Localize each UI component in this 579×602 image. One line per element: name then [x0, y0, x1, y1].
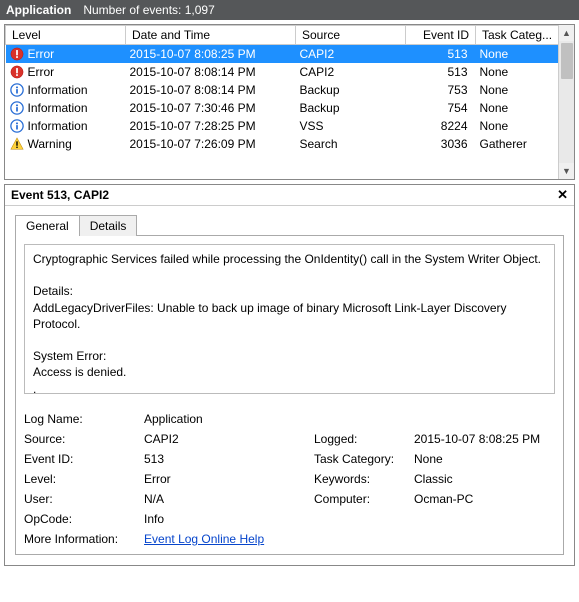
table-row[interactable]: Information 2015-10-07 8:08:14 PMBackup75…	[6, 81, 574, 99]
row-eventid: 513	[406, 45, 476, 64]
keywords-value: Classic	[414, 472, 574, 486]
detail-panel: Event 513, CAPI2 ✕ General Details Crypt…	[4, 184, 575, 566]
computer-label: Computer:	[314, 492, 414, 506]
col-level[interactable]: Level	[6, 26, 126, 45]
source-label: Source:	[24, 432, 144, 446]
row-source: CAPI2	[296, 45, 406, 64]
table-row[interactable]: Warning2015-10-07 7:26:09 PMSearch3036Ga…	[6, 135, 574, 153]
detail-title: Event 513, CAPI2	[11, 188, 109, 202]
moreinfo-label: More Information:	[24, 532, 118, 546]
scroll-down-icon[interactable]: ▼	[559, 163, 575, 179]
row-level: Information	[28, 101, 88, 115]
eventid-label: Event ID:	[24, 452, 144, 466]
row-datetime: 2015-10-07 8:08:14 PM	[126, 63, 296, 81]
row-source: Search	[296, 135, 406, 153]
info-icon	[10, 119, 24, 133]
event-message: Cryptographic Services failed while proc…	[24, 244, 555, 394]
source-value: CAPI2	[144, 432, 314, 446]
logged-value: 2015-10-07 8:08:25 PM	[414, 432, 574, 446]
row-level: Warning	[28, 137, 72, 151]
opcode-value: Info	[144, 512, 314, 526]
table-row[interactable]: Error2015-10-07 8:08:14 PMCAPI2513None	[6, 63, 574, 81]
row-datetime: 2015-10-07 8:08:14 PM	[126, 81, 296, 99]
table-row[interactable]: Error2015-10-07 8:08:25 PMCAPI2513None	[6, 45, 574, 64]
info-icon	[10, 101, 24, 115]
row-source: VSS	[296, 117, 406, 135]
row-level: Information	[28, 119, 88, 133]
error-icon	[10, 65, 24, 79]
row-level: Information	[28, 83, 88, 97]
row-source: CAPI2	[296, 63, 406, 81]
row-eventid: 753	[406, 81, 476, 99]
logged-label: Logged:	[314, 432, 414, 446]
event-properties: Log Name: Application Source: CAPI2 Logg…	[24, 412, 555, 546]
error-icon	[10, 47, 24, 61]
row-level: Error	[28, 47, 55, 61]
keywords-label: Keywords:	[314, 472, 414, 486]
col-eventid[interactable]: Event ID	[406, 26, 476, 45]
scroll-thumb[interactable]	[561, 43, 573, 79]
row-datetime: 2015-10-07 7:30:46 PM	[126, 99, 296, 117]
taskcat-label: Task Category:	[314, 452, 414, 466]
tab-details[interactable]: Details	[79, 215, 138, 236]
table-row[interactable]: Information 2015-10-07 7:30:46 PMBackup75…	[6, 99, 574, 117]
taskcat-value: None	[414, 452, 574, 466]
warning-icon	[10, 137, 24, 151]
eventid-value: 513	[144, 452, 314, 466]
col-source[interactable]: Source	[296, 26, 406, 45]
grid-scrollbar[interactable]: ▲ ▼	[558, 25, 574, 179]
header-subtitle: Number of events: 1,097	[83, 3, 214, 17]
tab-general[interactable]: General	[15, 215, 80, 236]
row-eventid: 3036	[406, 135, 476, 153]
col-datetime[interactable]: Date and Time	[126, 26, 296, 45]
user-value: N/A	[144, 492, 314, 506]
moreinfo-link[interactable]: Event Log Online Help	[144, 532, 264, 546]
user-label: User:	[24, 492, 144, 506]
opcode-label: OpCode:	[24, 512, 144, 526]
logname-value: Application	[144, 412, 314, 426]
logname-label: Log Name:	[24, 412, 144, 426]
row-eventid: 8224	[406, 117, 476, 135]
close-icon[interactable]: ✕	[557, 187, 568, 203]
level-label: Level:	[24, 472, 144, 486]
row-source: Backup	[296, 81, 406, 99]
computer-value: Ocman-PC	[414, 492, 574, 506]
row-datetime: 2015-10-07 7:28:25 PM	[126, 117, 296, 135]
row-eventid: 754	[406, 99, 476, 117]
row-eventid: 513	[406, 63, 476, 81]
info-icon	[10, 83, 24, 97]
row-datetime: 2015-10-07 8:08:25 PM	[126, 45, 296, 64]
table-row[interactable]: Information2015-10-07 7:28:25 PMVSS8224N…	[6, 117, 574, 135]
header-title: Application	[6, 3, 71, 17]
scroll-up-icon[interactable]: ▲	[559, 25, 575, 41]
row-source: Backup	[296, 99, 406, 117]
row-datetime: 2015-10-07 7:26:09 PM	[126, 135, 296, 153]
row-level: Error	[28, 65, 55, 79]
level-value: Error	[144, 472, 314, 486]
tab-body-general: Cryptographic Services failed while proc…	[15, 235, 564, 555]
app-header: Application Number of events: 1,097	[0, 0, 579, 20]
event-grid: Level Date and Time Source Event ID Task…	[4, 24, 575, 180]
